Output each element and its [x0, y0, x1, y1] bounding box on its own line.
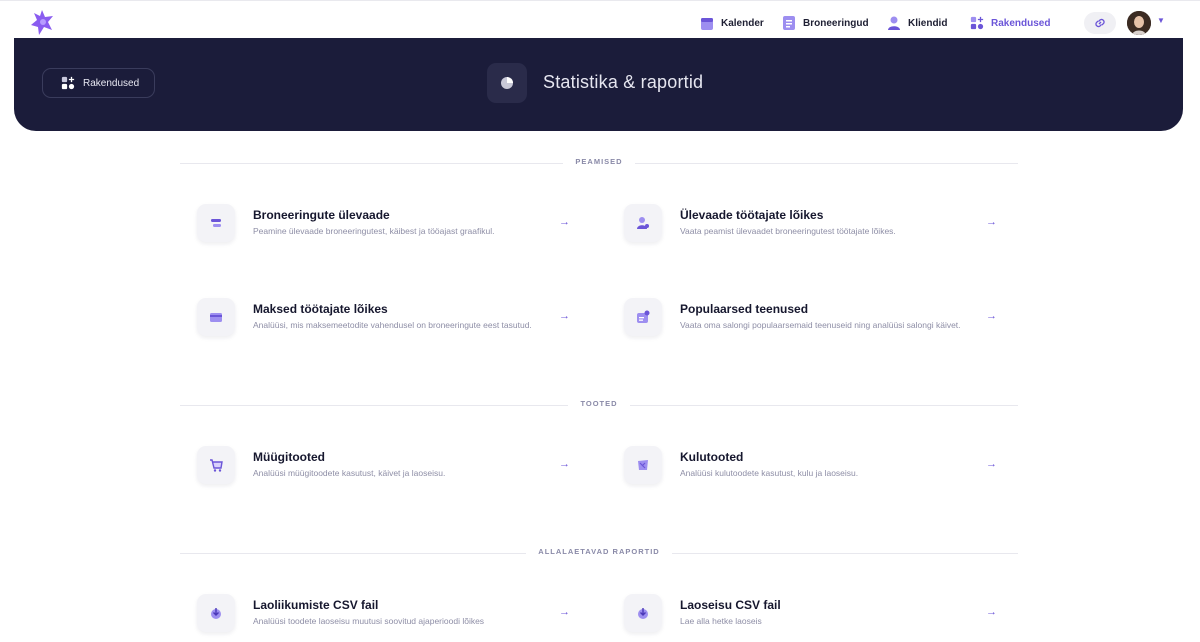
link-icon [1095, 18, 1105, 28]
section-divider-peamised: PEAMISED [180, 157, 1018, 169]
nav-item-kalender[interactable]: Kalender [700, 13, 764, 33]
arrow-right-icon: → [559, 216, 570, 228]
credit-card-icon [197, 298, 235, 336]
chevron-down-icon[interactable]: ▼ [1157, 16, 1165, 25]
top-navbar: Kalender Broneeringud Kliendid Rakenduse… [0, 0, 1200, 42]
user-avatar[interactable] [1127, 11, 1151, 35]
card-populaarsed-teenused[interactable]: Populaarsed teenused Vaata oma salongi p… [624, 298, 1004, 348]
arrow-right-icon: → [986, 216, 997, 228]
page-title: Statistika & raportid [543, 72, 704, 92]
download-icon [624, 594, 662, 632]
hero-banner: Rakendused Statistika & raportid [14, 38, 1183, 131]
nav-item-rakendused[interactable]: Rakendused [970, 13, 1050, 33]
back-to-apps-button[interactable]: Rakendused [42, 68, 155, 98]
card-muugitooted[interactable]: Müügitooted Analüüsi müügitoodete kasutu… [197, 446, 577, 496]
arrow-right-icon: → [559, 606, 570, 618]
shopping-cart-icon [197, 446, 235, 484]
card-kulutooted[interactable]: Kulutooted Analüüsi kulutoodete kasutust… [624, 446, 1004, 496]
arrow-right-icon: → [986, 458, 997, 470]
avatar-image [1127, 11, 1151, 35]
card-ulevaade-tootajate-loikes[interactable]: Ülevaade töötajate lõikes Vaata peamist … [624, 204, 1004, 254]
nav-item-kliendid[interactable]: Kliendid [887, 13, 947, 33]
card-maksed-tootajate-loikes[interactable]: Maksed töötajate lõikes Analüüsi, mis ma… [197, 298, 577, 348]
arrow-right-icon: → [986, 310, 997, 322]
download-icon [197, 594, 235, 632]
logo-icon[interactable] [28, 8, 56, 38]
clients-icon [888, 16, 900, 30]
arrow-right-icon: → [559, 458, 570, 470]
card-laoseisu-csv-fail[interactable]: Laoseisu CSV fail Lae alla hetke laoseis… [624, 594, 1004, 642]
card-broneeringute-ulevaade[interactable]: Broneeringute ülevaade Peamine ülevaade … [197, 204, 577, 254]
consumables-icon [624, 446, 662, 484]
apps-icon [61, 76, 75, 90]
calendar-icon [701, 18, 713, 30]
bookings-icon [783, 16, 795, 30]
apps-icon [970, 16, 984, 30]
section-divider-allalaetavad-raportid: ALLALAETAVAD RAPORTID [180, 547, 1018, 559]
card-laoliikumiste-csv-fail[interactable]: Laoliikumiste CSV fail Analüüsi toodete … [197, 594, 577, 642]
arrow-right-icon: → [986, 606, 997, 618]
arrow-right-icon: → [559, 310, 570, 322]
pie-chart-icon [487, 63, 527, 103]
share-link-button[interactable] [1084, 12, 1116, 34]
nav-item-broneeringud[interactable]: Broneeringud [782, 13, 869, 33]
bookings-chart-icon [197, 204, 235, 242]
section-divider-tooted: TOOTED [180, 399, 1018, 411]
services-icon [624, 298, 662, 336]
employee-icon [624, 204, 662, 242]
